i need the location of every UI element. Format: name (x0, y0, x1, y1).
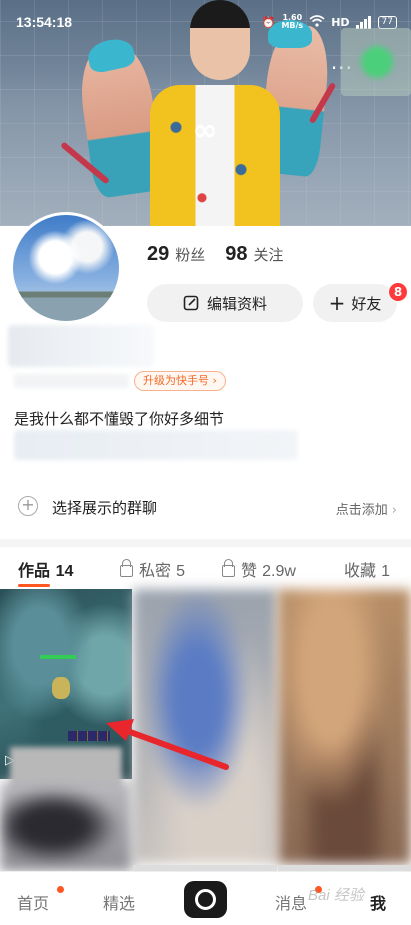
bio-text: 是我什么都不懂毁了你好多细节 (14, 410, 225, 428)
nav-home-dot (57, 886, 64, 893)
lock-icon (120, 559, 133, 577)
thumbnail-hud (68, 731, 110, 741)
upgrade-account-label: 升级为快手号 (143, 374, 209, 387)
status-time: 13:54:18 (16, 14, 73, 30)
group-chat-add[interactable]: 点击添加 › (336, 499, 397, 518)
shoot-button[interactable] (184, 881, 227, 918)
nav-me[interactable]: 我 (370, 890, 386, 914)
floating-widget-icon (361, 46, 393, 78)
network-speed-unit: MB/s (281, 21, 304, 30)
video-thumbnail[interactable] (0, 781, 132, 871)
nav-home[interactable]: 首页 (17, 890, 49, 914)
edit-profile-button[interactable]: 编辑资料 (147, 284, 303, 322)
edit-profile-label: 编辑资料 (206, 294, 267, 313)
nav-featured[interactable]: 精选 (103, 890, 135, 914)
tab-private-count: 5 (176, 563, 186, 580)
username-blurred (8, 325, 154, 367)
edit-icon (183, 295, 199, 311)
tab-likes-count: 2.9w (262, 563, 296, 580)
avatar[interactable] (10, 212, 122, 324)
following-count[interactable]: 98 (225, 243, 247, 266)
battery-icon: 77 (377, 15, 397, 29)
friends-badge: 8 (388, 282, 408, 302)
tab-favorites-label: 收藏 (344, 561, 377, 580)
tab-works[interactable]: 作品 14 (18, 557, 73, 581)
works-grid: ▷ (0, 589, 411, 871)
plus-icon: + (328, 291, 346, 315)
group-chat-label: 选择展示的群聊 (52, 499, 158, 517)
tab-favorites[interactable]: 收藏 1 (344, 557, 390, 581)
cover-man-shirt (150, 85, 280, 226)
chevron-right-icon: › (391, 503, 397, 518)
video-thumbnail[interactable] (278, 589, 411, 864)
signal-icon (355, 15, 372, 29)
tab-works-label: 作品 (18, 561, 51, 580)
network-hd: HD (331, 15, 350, 29)
tab-private-label: 私密 (139, 561, 172, 580)
content-tabs: 作品 14 私密 5 赞 2.9w 收藏 1 (0, 549, 411, 589)
group-chat-row[interactable]: + 选择展示的群聊 点击添加 › (0, 486, 411, 528)
following-label[interactable]: 关注 (254, 244, 284, 265)
group-chat-add-label: 点击添加 (335, 503, 388, 518)
nav-messages[interactable]: 消息 (275, 890, 307, 914)
extra-info-blurred (14, 430, 298, 460)
video-thumbnail[interactable] (133, 589, 277, 864)
tab-likes[interactable]: 赞 2.9w (222, 557, 296, 581)
infinity-icon: ∞ (192, 113, 218, 148)
battery-level: 77 (381, 16, 393, 27)
section-divider (0, 539, 411, 547)
alarm-icon: ⏰ (261, 15, 276, 29)
tab-works-count: 14 (55, 563, 74, 580)
followers-count[interactable]: 29 (147, 243, 169, 266)
tab-favorites-count: 1 (381, 563, 391, 580)
tab-likes-label: 赞 (241, 561, 258, 580)
profile-screen: ∞ 13:54:18 ⏰ 1.60 MB/s HD 77 ··· 29 粉丝 9… (0, 0, 411, 925)
friends-label: 好友 (351, 294, 382, 313)
followers-label[interactable]: 粉丝 (175, 244, 205, 265)
tab-active-indicator (18, 584, 50, 587)
thumbnail-character (52, 677, 70, 699)
upgrade-account-tag[interactable]: 升级为快手号 › (134, 371, 226, 391)
floating-widget[interactable] (341, 28, 411, 96)
tab-private[interactable]: 私密 5 (120, 557, 185, 581)
chevron-right-icon: › (209, 374, 217, 387)
watermark: Bai 经验 (308, 887, 364, 904)
user-id-blurred (14, 374, 129, 388)
add-circle-icon: + (18, 496, 38, 516)
lock-icon (222, 559, 235, 577)
thumbnail-hp-bar (40, 655, 76, 659)
wifi-icon (309, 14, 325, 30)
network-speed: 1.60 MB/s (281, 14, 303, 30)
friends-button[interactable]: + 好友 (313, 284, 397, 322)
profile-stats: 29 粉丝 98 关注 (147, 243, 298, 266)
camera-icon (195, 889, 216, 910)
